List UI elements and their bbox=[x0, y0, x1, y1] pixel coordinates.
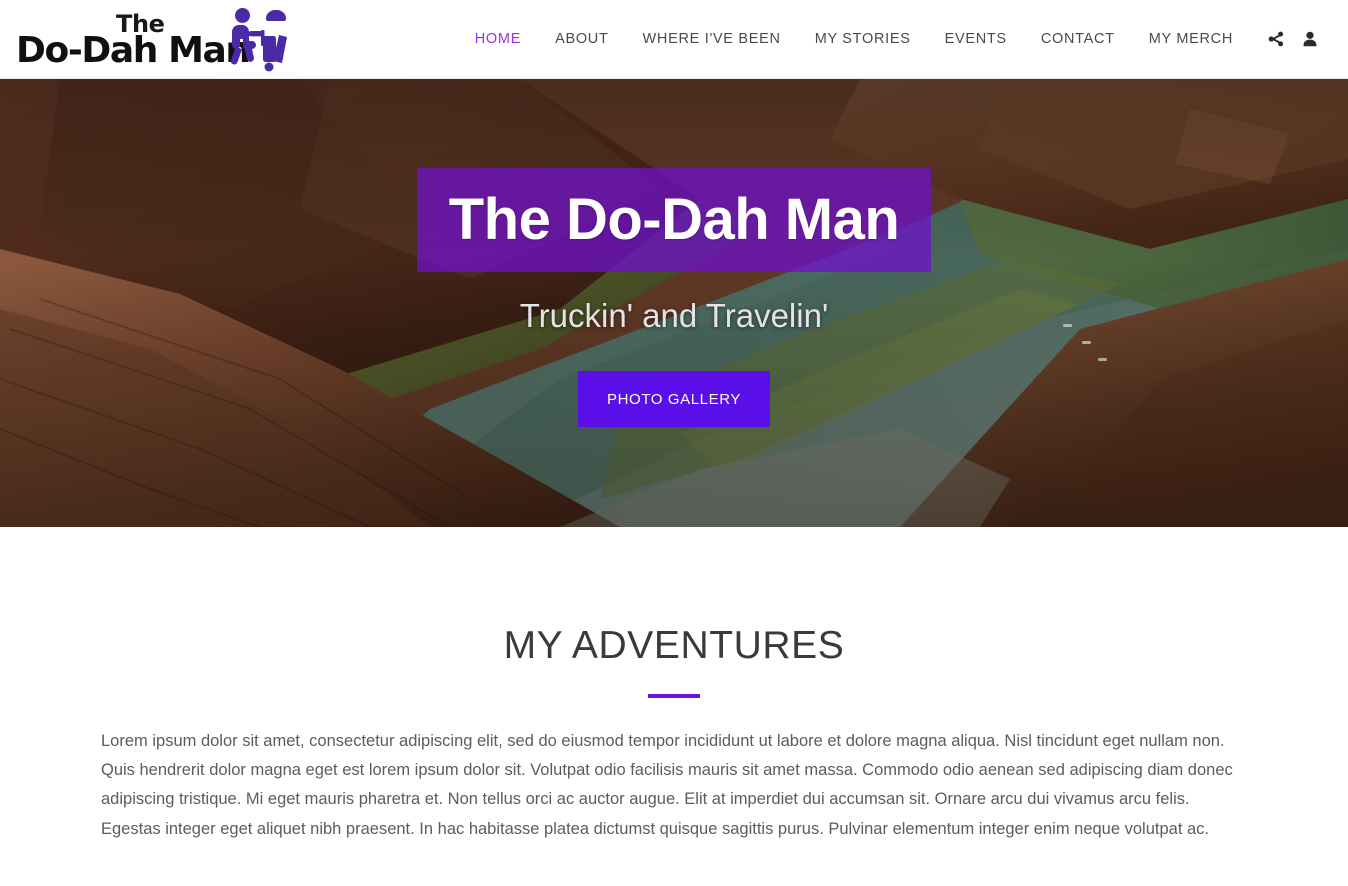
nav-item-contact[interactable]: CONTACT bbox=[1024, 0, 1132, 79]
traveler-with-luggage-icon bbox=[225, 4, 297, 74]
nav-item-about[interactable]: ABOUT bbox=[538, 0, 625, 79]
hero-title-band: The Do-Dah Man bbox=[417, 168, 931, 272]
nav-item-my-merch[interactable]: MY MERCH bbox=[1132, 0, 1250, 79]
user-account-icon[interactable] bbox=[1296, 24, 1324, 54]
nav-item-events[interactable]: EVENTS bbox=[928, 0, 1024, 79]
hero-section: The Do-Dah Man Truckin' and Travelin' PH… bbox=[0, 79, 1348, 527]
photo-gallery-button[interactable]: PHOTO GALLERY bbox=[578, 371, 770, 427]
section-accent-rule bbox=[648, 694, 700, 698]
my-adventures-section: MY ADVENTURES Lorem ipsum dolor sit amet… bbox=[0, 527, 1348, 844]
nav-item-where-ive-been[interactable]: WHERE I'VE BEEN bbox=[626, 0, 798, 79]
logo-wordmark: The Do-Dah Man bbox=[14, 8, 251, 71]
hero-content: The Do-Dah Man Truckin' and Travelin' PH… bbox=[0, 79, 1348, 527]
section-title: MY ADVENTURES bbox=[503, 624, 845, 667]
main-navigation: HOME ABOUT WHERE I'VE BEEN MY STORIES EV… bbox=[458, 0, 1348, 79]
site-header: The Do-Dah Man HOME ABOUT WHERE I'VE BEE… bbox=[0, 0, 1348, 79]
site-logo[interactable]: The Do-Dah Man bbox=[14, 0, 297, 79]
section-body-text: Lorem ipsum dolor sit amet, consectetur … bbox=[101, 732, 1233, 838]
share-icon[interactable] bbox=[1262, 24, 1290, 54]
hero-subtitle: Truckin' and Travelin' bbox=[519, 297, 829, 334]
logo-name-text: Do-Dah Man bbox=[16, 30, 251, 71]
hero-title: The Do-Dah Man bbox=[448, 187, 900, 252]
nav-item-my-stories[interactable]: MY STORIES bbox=[798, 0, 928, 79]
nav-item-home[interactable]: HOME bbox=[458, 0, 538, 79]
